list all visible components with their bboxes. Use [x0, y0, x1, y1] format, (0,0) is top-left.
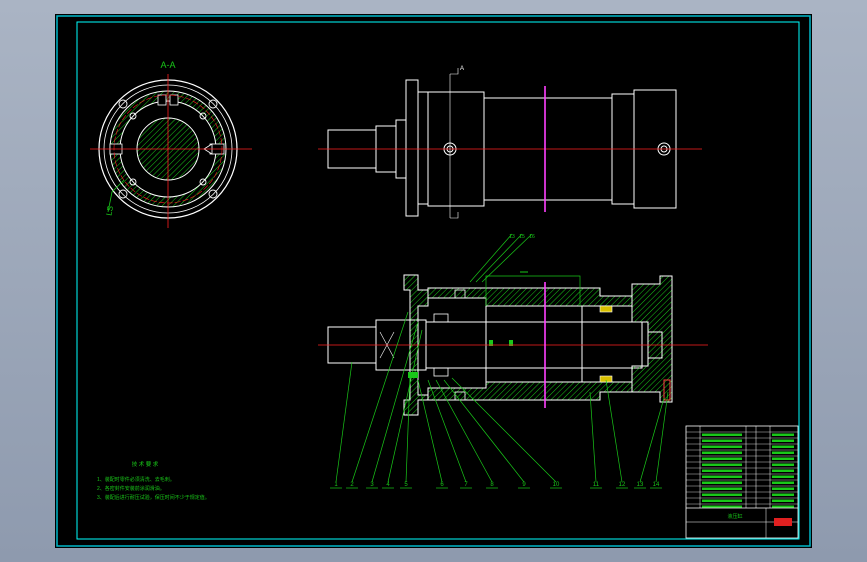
section-label: A-A	[160, 60, 175, 70]
parts-cell-text	[702, 481, 722, 484]
parts-cell-text	[702, 433, 722, 436]
parts-cell-text	[722, 445, 742, 448]
tech-note-3: 3、装配后进行耐压试验，保压时间不少于规定值。	[97, 494, 210, 501]
cad-drawing: A-A LS A 1 2 3 4 5 6 7 8 9 10 11 12 13 1…	[55, 14, 812, 548]
parts-cell-text	[772, 481, 794, 484]
parts-cell-text	[722, 433, 742, 436]
parts-cell-text	[722, 457, 742, 460]
parts-cell-text	[772, 499, 794, 502]
callout-number: 13	[637, 482, 644, 488]
parts-cell-text	[772, 457, 794, 460]
parts-cell-text	[722, 493, 742, 496]
parts-cell-text	[722, 451, 742, 454]
parts-cell-text	[722, 481, 742, 484]
parts-cell-text	[702, 493, 722, 496]
parts-cell-text	[702, 487, 722, 490]
parts-cell-text	[702, 457, 722, 460]
parts-cell-text	[722, 463, 742, 466]
parts-cell-text	[772, 493, 794, 496]
parts-cell-text	[702, 463, 722, 466]
parts-cell-text	[702, 499, 722, 502]
parts-cell-text	[702, 439, 722, 442]
parts-cell-text	[772, 433, 794, 436]
callout-number: 12	[619, 482, 626, 488]
parts-cell-text	[722, 487, 742, 490]
parts-cell-text	[772, 475, 794, 478]
tech-title: 技 术 要 求	[132, 460, 159, 468]
parts-cell-text	[722, 475, 742, 478]
callout-number: 11	[593, 482, 600, 488]
parts-cell-text	[722, 469, 742, 472]
parts-cell-text	[772, 469, 794, 472]
parts-cell-text	[772, 451, 794, 454]
title-stamp	[774, 518, 792, 526]
parts-cell-text	[702, 469, 722, 472]
parts-cell-text	[772, 463, 794, 466]
parts-cell-text	[722, 499, 742, 502]
top-callouts: 13 15 16	[509, 234, 535, 240]
callout-number: 10	[553, 482, 560, 488]
parts-cell-text	[722, 439, 742, 442]
top-callout-number: 15	[519, 234, 525, 240]
top-callout-number: 13	[509, 234, 515, 240]
parts-cell-text	[772, 445, 794, 448]
callout-number: 14	[653, 482, 660, 488]
parts-list-table: 液压缸	[685, 425, 799, 539]
parts-cell-text	[772, 487, 794, 490]
tech-note-1: 1、装配时零件必须清洗、去毛刺。	[97, 476, 175, 483]
top-callout-number: 16	[529, 234, 535, 240]
parts-cell-text	[702, 451, 722, 454]
detail-mark: LS	[104, 205, 115, 216]
tech-note-2: 2、各密封件安装前涂润滑油。	[97, 485, 165, 492]
parts-cell-text	[772, 439, 794, 442]
parts-cell-text	[702, 445, 722, 448]
section-cut-mark-top: A	[460, 66, 464, 72]
title-block-name: 液压缸	[727, 513, 742, 520]
parts-cell-text	[702, 475, 722, 478]
